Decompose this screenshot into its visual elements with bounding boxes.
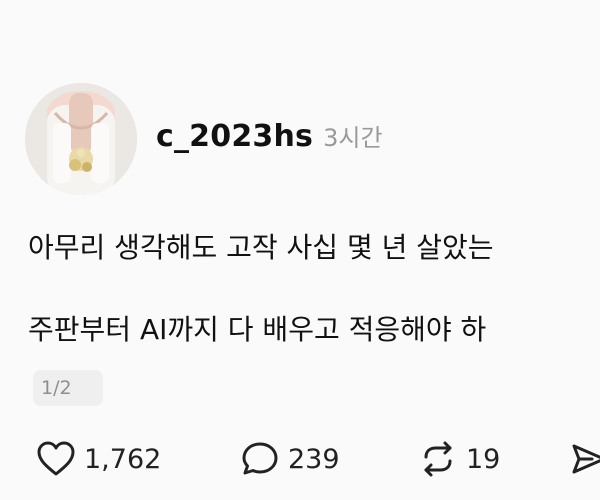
avatar[interactable] bbox=[25, 83, 137, 195]
page-indicator: 1/2 bbox=[33, 370, 103, 406]
post-time: 3시간 bbox=[323, 124, 383, 152]
post-card: c_2023hs 3시간 아무리 생각해도 고작 사십 몇 년 살았는 주판부터… bbox=[0, 0, 600, 500]
like-count: 1,762 bbox=[84, 443, 162, 475]
share-button[interactable] bbox=[570, 434, 600, 484]
comment-icon bbox=[242, 442, 278, 475]
like-button[interactable]: 1,762 bbox=[36, 434, 161, 484]
username[interactable]: c_2023hs bbox=[156, 119, 313, 154]
avatar-image bbox=[25, 83, 137, 195]
heart-icon bbox=[37, 441, 75, 476]
comment-count: 239 bbox=[288, 443, 340, 475]
action-bar: 1,762 239 19 bbox=[0, 434, 600, 484]
repost-icon bbox=[424, 441, 452, 477]
post-text-line-2: 주판부터 AI까지 다 배우고 적응해야 하 bbox=[28, 313, 487, 346]
send-icon bbox=[572, 444, 600, 474]
comment-button[interactable]: 239 bbox=[240, 434, 340, 484]
repost-button[interactable]: 19 bbox=[418, 434, 500, 484]
post-header: c_2023hs 3시간 bbox=[156, 118, 383, 154]
post-text-line-1: 아무리 생각해도 고작 사십 몇 년 살았는 bbox=[28, 231, 494, 264]
repost-count: 19 bbox=[466, 443, 501, 475]
